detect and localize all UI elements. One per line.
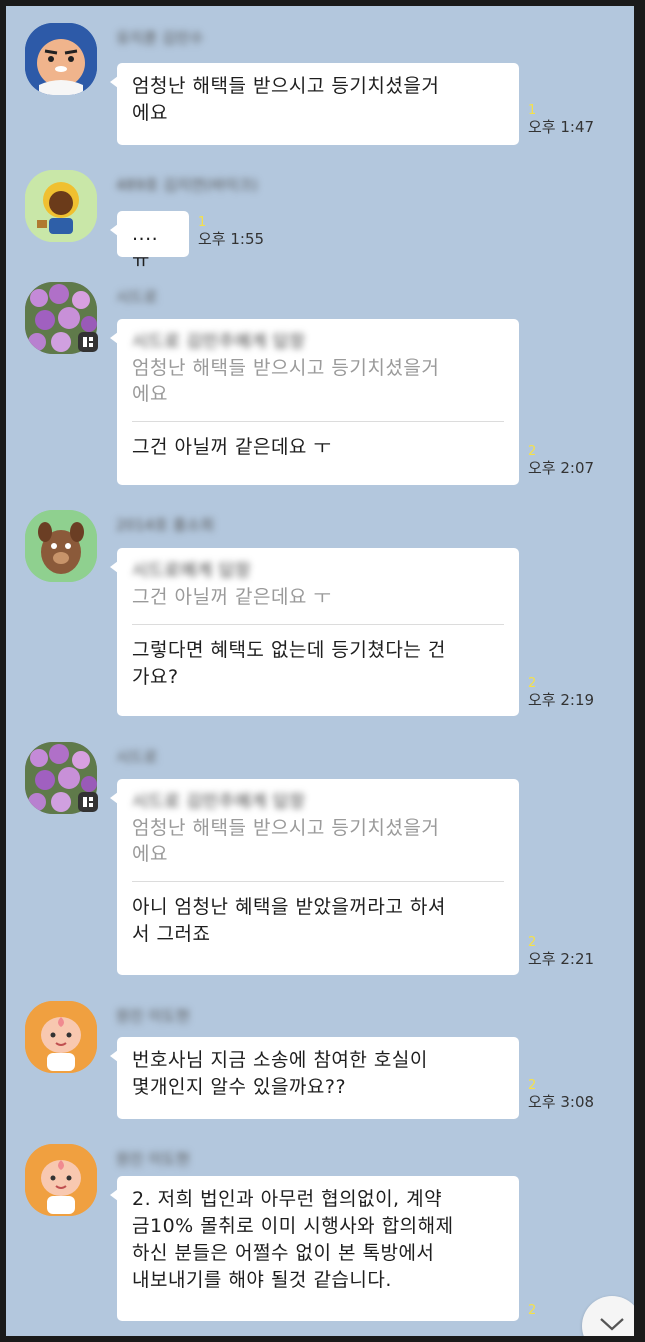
reply-target: 시드로 김민주에게 답장 <box>132 332 306 352</box>
muzi-avatar[interactable] <box>25 170 97 242</box>
sender-name: 유지훈 김민수 <box>116 29 204 47</box>
quoted-line: 에요 <box>132 383 168 405</box>
quoted-line: 엄청난 해택들 받으시고 등기치셨을거 <box>132 817 440 839</box>
chevron-down-icon <box>600 1318 624 1331</box>
quoted-line: 그건 아닐꺼 같은데요 ㅜ <box>132 586 332 608</box>
message-line: 엄청난 해택들 받으시고 등기치셨을거 <box>132 75 440 97</box>
sender-name: 2014호 홍소희 <box>116 516 215 534</box>
unread-count: 2 <box>528 676 537 691</box>
message-line: 하신 분들은 어쩔수 없이 본 톡방에서 <box>132 1242 435 1264</box>
apeach-avatar[interactable] <box>25 1144 97 1216</box>
message-line: 2. 저희 법인과 아무런 협의없이, 계약 <box>132 1188 443 1210</box>
ryan-avatar[interactable] <box>25 23 97 95</box>
timestamp: 오후 2:19 <box>528 691 595 709</box>
message-meta: 1 오후 1:55 <box>198 216 264 248</box>
unread-count: 1 <box>198 215 207 230</box>
scrollbar[interactable] <box>634 0 640 1342</box>
apeach-avatar[interactable] <box>25 1001 97 1073</box>
message-meta: 2 오후 3:08 <box>528 1079 594 1111</box>
message-line: ....ㅠ <box>132 223 159 272</box>
message-line: 내보내기를 해야 될것 같습니다. <box>132 1269 392 1291</box>
sender-name: 시드로 <box>116 748 158 766</box>
message-meta: 2 오후 2:19 <box>528 677 594 709</box>
message-line: 서 그러죠 <box>132 923 211 945</box>
reply-bubble[interactable]: 시드로에게 답장 그건 아닐꺼 같은데요 ㅜ 그렇다면 혜택도 없는데 등기쳤다… <box>110 548 519 716</box>
timestamp: 오후 1:55 <box>198 230 265 248</box>
unread-count: 2 <box>528 1303 537 1318</box>
divider <box>132 881 504 882</box>
message-line: 번호사님 지금 소송에 참여한 호실이 <box>132 1049 428 1071</box>
multi-profile-badge <box>78 332 98 352</box>
quoted-line: 에요 <box>132 843 168 865</box>
timestamp: 오후 2:07 <box>528 459 595 477</box>
timestamp: 오후 1:47 <box>528 118 595 136</box>
sender-name: 원진 이도현 <box>116 1007 190 1025</box>
message-meta: 2 <box>528 1304 536 1317</box>
message-line: 아니 엄청난 혜택을 받았을꺼라고 하셔 <box>132 896 446 918</box>
divider <box>132 421 504 422</box>
message-line: 금10% 몰취로 이미 시행사와 합의해제 <box>132 1215 454 1237</box>
timestamp: 오후 2:21 <box>528 950 595 968</box>
reply-target: 시드로 김민주에게 답장 <box>132 792 306 812</box>
message-bubble[interactable]: 2. 저희 법인과 아무런 협의없이, 계약 금10% 몰취로 이미 시행사와 … <box>110 1176 519 1321</box>
multi-profile-badge <box>78 792 98 812</box>
sender-name: 시드로 <box>116 288 158 306</box>
quoted-line: 엄청난 해택들 받으시고 등기치셨을거 <box>132 357 440 379</box>
message-meta: 2 오후 2:21 <box>528 936 594 968</box>
message-line: 그건 아닐꺼 같은데요 ㅜ <box>132 436 332 458</box>
frodo-avatar[interactable] <box>25 510 97 582</box>
reply-bubble[interactable]: 시드로 김민주에게 답장 엄청난 해택들 받으시고 등기치셨을거 에요 아니 엄… <box>110 779 519 975</box>
reply-target: 시드로에게 답장 <box>132 561 251 581</box>
unread-count: 2 <box>528 444 537 459</box>
reply-bubble[interactable]: 시드로 김민주에게 답장 엄청난 해택들 받으시고 등기치셨을거 에요 그건 아… <box>110 319 519 485</box>
message-line: 그렇다면 혜택도 없는데 등기쳤다는 건 <box>132 639 446 661</box>
message-meta: 1 오후 1:47 <box>528 104 594 136</box>
unread-count: 1 <box>528 103 537 118</box>
message-bubble[interactable]: 엄청난 해택들 받으시고 등기치셨을거 에요 <box>110 63 519 145</box>
chat-area[interactable]: 유지훈 김민수 엄청난 해택들 받으시고 등기치셨을거 에요 1 오후 1:47… <box>6 6 640 1336</box>
scroll-to-bottom-button[interactable] <box>582 1296 640 1336</box>
sender-name: 489호 김지연(바이크) <box>116 176 258 194</box>
unread-count: 2 <box>528 935 537 950</box>
divider <box>132 624 504 625</box>
message-line: 몇개인지 알수 있을까요?? <box>132 1076 347 1098</box>
message-bubble[interactable]: 번호사님 지금 소송에 참여한 호실이 몇개인지 알수 있을까요?? <box>110 1037 519 1119</box>
timestamp: 오후 3:08 <box>528 1093 595 1111</box>
sender-name: 원진 이도현 <box>116 1150 190 1168</box>
unread-count: 2 <box>528 1078 537 1093</box>
message-line: 가요? <box>132 666 179 688</box>
message-meta: 2 오후 2:07 <box>528 445 594 477</box>
message-bubble[interactable]: ....ㅠ <box>110 211 189 272</box>
message-line: 에요 <box>132 102 168 124</box>
